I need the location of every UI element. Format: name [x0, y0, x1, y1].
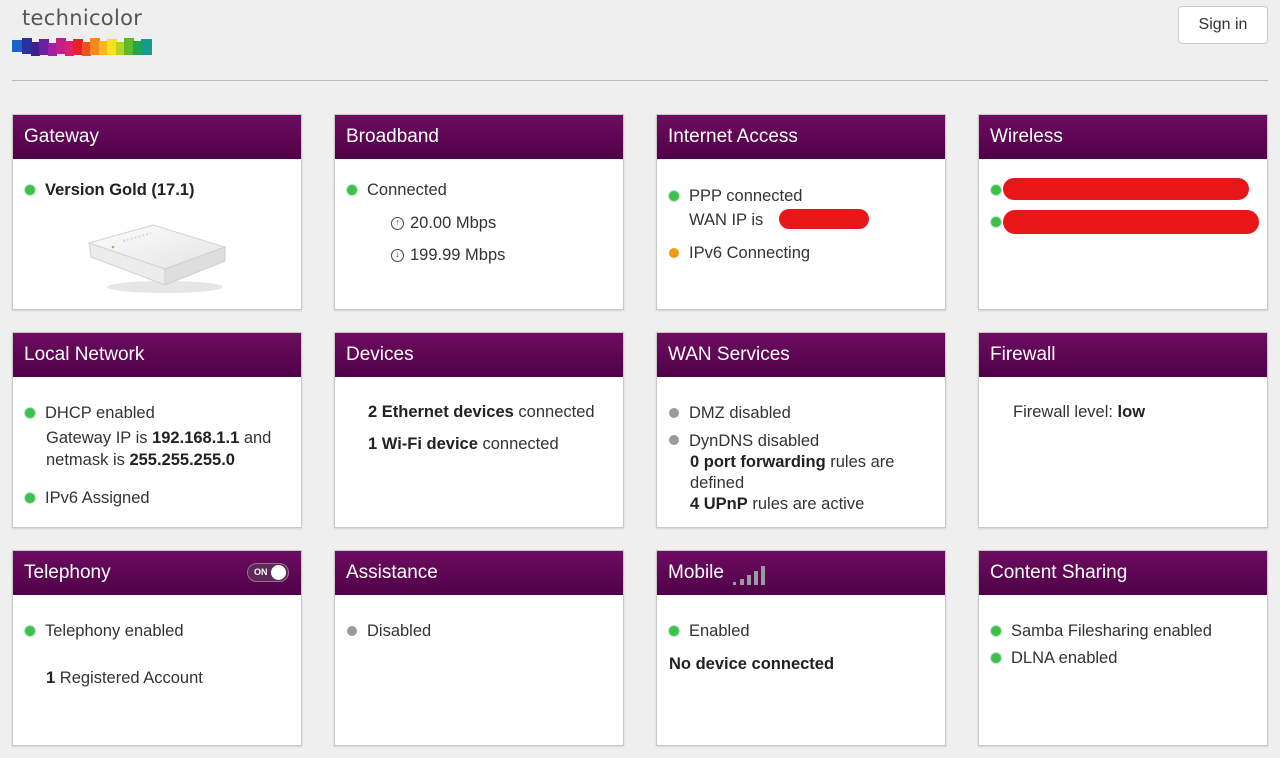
assistance-status: Disabled [367, 622, 432, 640]
card-gateway[interactable]: Gateway Version Gold (17.1) [12, 114, 302, 310]
redaction-mark [779, 209, 869, 229]
wan-ip-label: WAN IP is [689, 211, 764, 229]
signal-strength-icon [733, 566, 765, 585]
logo-text: technicolor [22, 6, 143, 30]
ipv6-assigned: IPv6 Assigned [45, 489, 150, 507]
mobile-status: Enabled [689, 622, 750, 640]
card-wireless[interactable]: Wireless [978, 114, 1268, 310]
upload-speed: 20.00 Mbps [410, 214, 497, 232]
card-title-bar: Mobile [657, 551, 945, 595]
status-dot-green-icon [991, 653, 1001, 663]
status-dot-green-icon [991, 185, 1001, 195]
card-firewall[interactable]: Firewall Firewall level: low [978, 332, 1268, 528]
card-title: Gateway [13, 115, 301, 159]
samba-status: Samba Filesharing enabled [1011, 622, 1212, 640]
status-dot-orange-icon [669, 248, 679, 258]
card-internet-access[interactable]: Internet Access PPP connected WAN IP is … [656, 114, 946, 310]
status-dot-gray-icon [669, 435, 679, 445]
card-title: Devices [335, 333, 623, 377]
dlna-status: DLNA enabled [1011, 649, 1118, 667]
port-forwarding-info: 0 port forwarding rules are defined 4 UP… [690, 453, 895, 513]
gateway-router-image-icon [87, 224, 227, 293]
logo-color-bars-icon [12, 38, 152, 56]
broadband-status: Connected [367, 181, 447, 199]
status-dot-green-icon [669, 626, 679, 636]
card-title: Firewall [979, 333, 1267, 377]
status-dot-green-icon [25, 493, 35, 503]
status-dot-green-icon [991, 217, 1001, 227]
sign-in-button[interactable]: Sign in [1178, 6, 1268, 44]
technicolor-logo[interactable]: technicolor [12, 6, 162, 62]
telephony-status: Telephony enabled [45, 622, 184, 640]
status-dot-gray-icon [669, 408, 679, 418]
ethernet-devices: 2 Ethernet devices connected [368, 403, 595, 421]
dmz-status: DMZ disabled [689, 404, 791, 422]
wifi-devices: 1 Wi-Fi device connected [368, 435, 559, 453]
card-title: Wireless [979, 115, 1267, 159]
telephony-toggle[interactable]: ON [247, 563, 289, 582]
top-header: technicolor Sign in [0, 0, 1280, 82]
card-title: Telephony [24, 562, 111, 583]
card-title: Internet Access [657, 115, 945, 159]
status-dot-green-icon [669, 191, 679, 201]
card-title: Mobile [668, 562, 724, 583]
firewall-level: Firewall level: low [1013, 403, 1146, 421]
status-dot-green-icon [25, 626, 35, 636]
registered-accounts: 1 Registered Account [46, 669, 203, 687]
gateway-ip: 192.168.1.1 [152, 429, 240, 447]
status-dot-green-icon [991, 626, 1001, 636]
card-title-bar: Telephony ON [13, 551, 301, 595]
netmask: 255.255.255.0 [129, 451, 235, 469]
card-title: Local Network [13, 333, 301, 377]
dyndns-status: DynDNS disabled [689, 432, 820, 450]
status-dot-gray-icon [347, 626, 357, 636]
gateway-ip-info: Gateway IP is 192.168.1.1 and netmask is… [46, 429, 272, 469]
download-speed: 199.99 Mbps [410, 246, 506, 264]
card-telephony[interactable]: Telephony ON Telephony enabled 1 Registe… [12, 550, 302, 746]
card-mobile[interactable]: Mobile Enabled No device connected [656, 550, 946, 746]
card-assistance[interactable]: Assistance Disabled [334, 550, 624, 746]
card-title: Broadband [335, 115, 623, 159]
status-dot-green-icon [25, 185, 35, 195]
dhcp-status: DHCP enabled [45, 404, 155, 422]
status-dot-green-icon [347, 185, 357, 195]
gateway-version: Version Gold (17.1) [45, 181, 195, 199]
card-broadband[interactable]: Broadband Connected ↑ 20.00 Mbps ↓ 199.9… [334, 114, 624, 310]
redaction-mark [1003, 178, 1249, 200]
toggle-knob [271, 565, 286, 580]
card-content-sharing[interactable]: Content Sharing Samba Filesharing enable… [978, 550, 1268, 746]
header-divider [12, 80, 1268, 81]
download-arrow-icon: ↓ [391, 249, 404, 262]
upload-arrow-icon: ↑ [391, 217, 404, 230]
redaction-mark [1003, 210, 1259, 234]
card-local-network[interactable]: Local Network DHCP enabled Gateway IP is… [12, 332, 302, 528]
ppp-status: PPP connected [689, 187, 803, 205]
mobile-device-status: No device connected [669, 655, 835, 673]
card-title: Assistance [335, 551, 623, 595]
card-title: Content Sharing [979, 551, 1267, 595]
ipv6-status: IPv6 Connecting [689, 244, 811, 262]
status-dot-green-icon [25, 408, 35, 418]
card-title: WAN Services [657, 333, 945, 377]
card-devices[interactable]: Devices 2 Ethernet devices connected 1 W… [334, 332, 624, 528]
card-wan-services[interactable]: WAN Services DMZ disabled DynDNS disable… [656, 332, 946, 528]
